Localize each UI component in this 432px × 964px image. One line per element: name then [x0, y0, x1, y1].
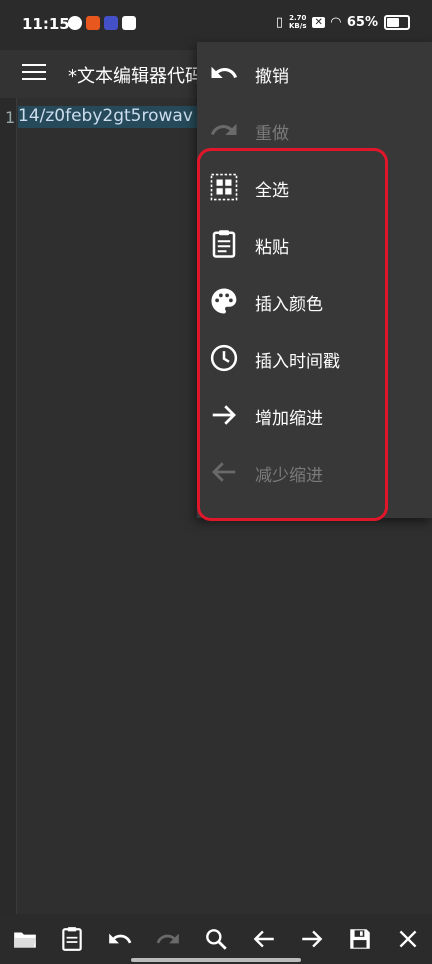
menu-item-insert-color[interactable]: 插入颜色 [197, 272, 432, 329]
no-sim-icon: ✕ [312, 16, 325, 28]
save-icon[interactable] [347, 926, 373, 952]
arrow-left-icon[interactable] [251, 926, 277, 952]
line-gutter [0, 98, 17, 914]
menu-item-increase-indent[interactable]: 增加缩进 [197, 386, 432, 443]
hamburger-menu-icon[interactable] [22, 64, 46, 82]
search-icon[interactable] [203, 926, 229, 952]
undo-icon [211, 66, 238, 78]
undo-icon[interactable] [107, 926, 133, 952]
clock-icon [210, 344, 238, 372]
wifi-icon: ◠ [330, 14, 341, 30]
line-number: 1 [5, 108, 16, 127]
arrow-left-icon [212, 462, 236, 482]
battery-icon [384, 14, 410, 30]
paste-clipboard-icon [212, 230, 236, 258]
status-indicators: ▯ 2.70 KB/s ✕ ◠ 65% [276, 14, 410, 30]
document-title: *文本编辑器代码 [68, 66, 198, 87]
selected-line-text[interactable]: 14/z0feby2gt5rowav [18, 106, 204, 128]
status-time: 11:15 [22, 15, 70, 33]
select-all-icon [210, 173, 238, 201]
menu-item-undo[interactable]: 撤销 [197, 44, 432, 101]
menu-item-insert-timestamp[interactable]: 插入时间戳 [197, 329, 432, 386]
menu-item-paste[interactable]: 粘贴 [197, 215, 432, 272]
close-icon[interactable] [395, 926, 421, 952]
notification-mail-icon [122, 16, 136, 30]
vibrate-icon: ▯ [275, 14, 283, 30]
arrow-right-icon [212, 405, 236, 425]
palette-icon [211, 288, 237, 314]
context-menu: 撤销 重做 全选 粘贴 插入颜色 插入时间戳 增加缩进 减少缩进 [197, 42, 432, 518]
notification-play-icon [104, 16, 118, 30]
network-speed: 2.70 KB/s [289, 14, 307, 30]
clipboard-icon[interactable] [59, 926, 85, 952]
notification-app-icon [68, 16, 82, 30]
menu-item-select-all[interactable]: 全选 [197, 158, 432, 215]
bottom-toolbar [0, 914, 432, 964]
folder-open-icon[interactable] [12, 926, 38, 952]
battery-percent: 65% [346, 14, 378, 30]
menu-item-redo[interactable]: 重做 [197, 101, 432, 158]
menu-item-decrease-indent[interactable]: 减少缩进 [197, 443, 432, 500]
notification-app-icon [86, 16, 100, 30]
redo-icon [210, 123, 237, 135]
arrow-right-icon[interactable] [299, 926, 325, 952]
redo-icon[interactable] [155, 926, 181, 952]
home-indicator[interactable] [131, 958, 301, 962]
